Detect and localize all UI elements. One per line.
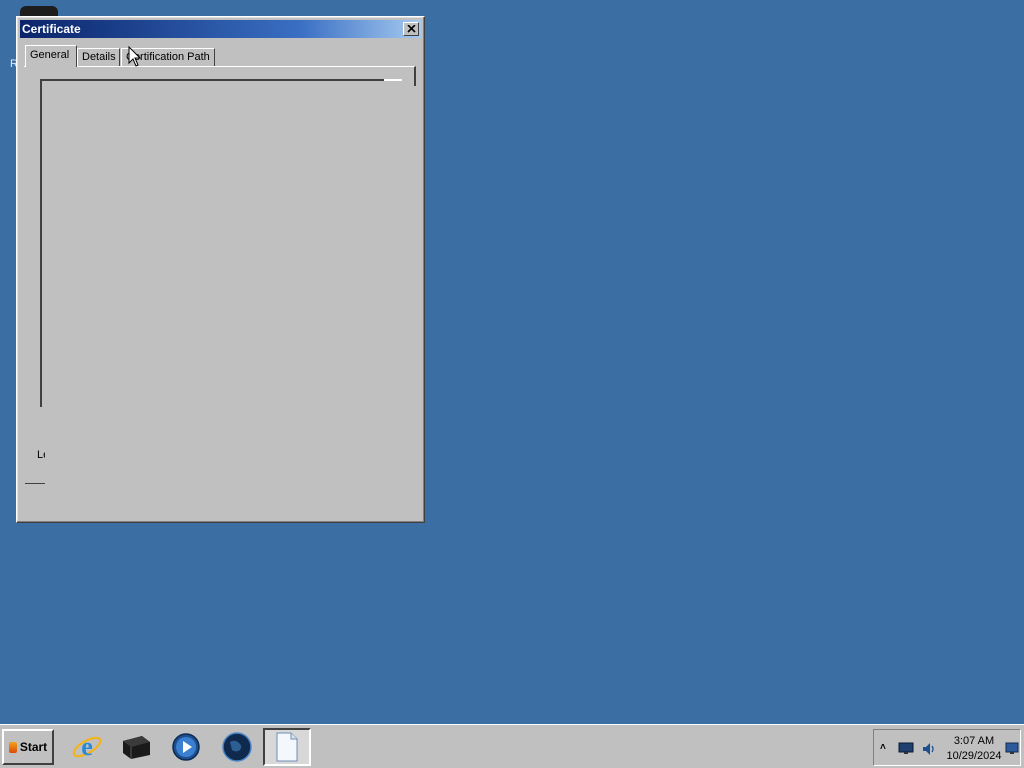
system-tray: ˄ 3:07 AM 10/29/2024 — [873, 729, 1021, 766]
clock[interactable]: 3:07 AM 10/29/2024 — [946, 734, 1002, 764]
mouse-cursor-icon — [128, 46, 142, 67]
show-hidden-icons-chevron[interactable]: ˄ — [880, 742, 886, 753]
start-label: Start — [19, 740, 48, 754]
action-center-icon[interactable] — [1005, 742, 1019, 755]
document-taskbar-button[interactable] — [263, 728, 311, 766]
learn-more-link-partial[interactable]: Le — [37, 449, 45, 461]
network-monitor-icon[interactable] — [898, 742, 914, 755]
tab-general[interactable]: General — [25, 45, 77, 67]
start-button[interactable]: Start — [2, 729, 54, 765]
certificate-info-frame — [40, 79, 402, 407]
dialog-title: Certificate — [22, 22, 81, 36]
speaker-icon[interactable] — [921, 741, 937, 757]
black-device-icon[interactable] — [119, 730, 153, 764]
tab-details[interactable]: Details — [77, 48, 120, 66]
svg-text:e: e — [81, 732, 93, 761]
clock-date: 10/29/2024 — [946, 750, 1002, 762]
divider — [25, 483, 45, 484]
document-icon — [276, 732, 298, 762]
close-button[interactable] — [403, 22, 419, 36]
dialog-titlebar[interactable]: Certificate — [20, 20, 421, 38]
windows-logo-icon — [8, 741, 17, 753]
taskbar: Start e ˄ 3:07 AM 10/29/2024 — [0, 724, 1024, 768]
globe-icon[interactable] — [220, 730, 254, 764]
clock-time: 3:07 AM — [953, 735, 995, 747]
close-icon — [406, 25, 416, 33]
internet-explorer-icon[interactable]: e — [70, 730, 104, 764]
media-player-icon[interactable] — [169, 730, 203, 764]
